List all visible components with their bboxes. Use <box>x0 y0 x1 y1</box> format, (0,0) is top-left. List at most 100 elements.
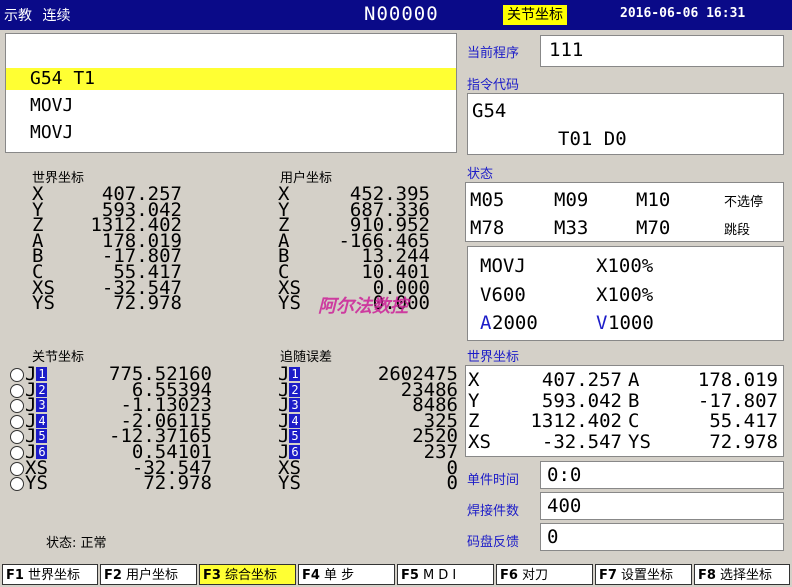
mcode: M05 <box>470 189 505 211</box>
code-line[interactable]: MOVJ <box>6 122 456 144</box>
encoder-feedback-field: 0 <box>540 523 784 551</box>
watermark-text: 阿尔法数控 <box>318 296 408 317</box>
axis-select-radio[interactable] <box>10 446 24 460</box>
accel-a-value: 2000 <box>492 312 538 334</box>
code-line[interactable]: MOVJ <box>6 95 456 117</box>
status-text: 状态: 正常 <box>46 536 107 551</box>
coord-value: 178.019 <box>697 369 778 391</box>
axis-select-radio[interactable] <box>10 414 24 429</box>
coord-value: -17.807 <box>697 389 778 412</box>
run-mode: 示教 连续 <box>4 8 71 24</box>
f7-set-coord-button[interactable]: F7 设置坐标 <box>595 564 692 585</box>
joint-coord-title: 关节坐标 <box>32 350 85 365</box>
coord-value: 72.978 <box>113 292 182 315</box>
current-program-value: 111 <box>549 39 584 61</box>
program-number: N00000 <box>364 3 439 25</box>
joint-index-badge: 2 <box>289 382 301 397</box>
mcode-status-box: M05 M09 M10 不选停 M78 M33 M70 跳段 <box>465 182 784 242</box>
coord-value: 0 <box>446 472 458 495</box>
motion-mode: MOVJ <box>480 255 526 277</box>
title-bar: 示教 连续 N00000 关节坐标 2016-06-06 16:31 <box>0 0 792 30</box>
motion-override: X100% <box>596 255 654 277</box>
f1-world-coord-button[interactable]: F1 世界坐标 <box>2 564 98 585</box>
axis-select-radio[interactable] <box>10 368 24 382</box>
axis-label: X <box>468 369 480 391</box>
motion-status-box: MOVJ X100% V600 X100% A 2000 V 1000 <box>467 246 784 341</box>
axis-select-radio[interactable] <box>10 461 24 476</box>
weld-count-label: 焊接件数 <box>467 504 520 519</box>
f5-mdi-button[interactable]: F5 M D I <box>397 564 494 585</box>
f4-single-step-button[interactable]: F4 单 步 <box>298 564 395 585</box>
function-key-bar: F1 世界坐标 F2 用户坐标 F3 综合坐标 F4 单 步 F5 M D I F6 对刀 … <box>0 562 792 587</box>
accel-v-label: V <box>596 312 608 334</box>
coord-value: 1312.402 <box>530 410 622 432</box>
axis-label: YS <box>10 474 48 493</box>
axis-label: XS <box>468 430 491 453</box>
command-code-box: G54 T01 D0 <box>467 93 784 155</box>
datetime: 2016-06-06 16:31 <box>620 6 746 21</box>
current-program-field: 111 <box>540 35 784 67</box>
coord-row: J 6 237 <box>278 443 458 462</box>
axis-label: A <box>628 369 640 391</box>
f3-combined-coord-button[interactable]: F3 综合坐标 <box>199 564 296 585</box>
joint-index-badge: 4 <box>289 413 301 428</box>
block-skip-status: 跳段 <box>724 223 751 238</box>
axis-label: YS <box>278 292 301 315</box>
axis-select-radio[interactable] <box>10 430 24 445</box>
coord-value: -32.547 <box>541 430 622 453</box>
axis-select-radio[interactable] <box>10 477 24 492</box>
axis-label: C <box>628 410 640 432</box>
encoder-feedback-value: 0 <box>547 526 559 548</box>
joint-index-badge: 1 <box>36 367 48 381</box>
mcode: M70 <box>636 217 671 239</box>
mcode: M33 <box>554 217 589 239</box>
coord-row: YS 72.978 <box>32 292 182 315</box>
joint-index-badge: 5 <box>289 429 301 444</box>
world-coord-summary: X 407.257 A 178.019 Y 593.042 B -17.807 Z 1312.40… <box>465 365 784 457</box>
axis-label: B <box>628 389 640 412</box>
unit-time-field: 0:0 <box>540 461 784 489</box>
coord-value: 72.978 <box>709 430 778 453</box>
weld-count-field: 400 <box>540 492 784 520</box>
state-label: 状态 <box>467 167 494 182</box>
f8-select-coord-button[interactable]: F8 选择坐标 <box>694 564 790 585</box>
accel-v-value: 1000 <box>608 312 654 334</box>
program-listing[interactable]: G54 T1 MOVJ MOVJ <box>5 33 457 153</box>
axis-label: Y <box>468 389 480 412</box>
joint-index-badge: 2 <box>36 382 48 397</box>
axis-label: YS <box>278 472 301 495</box>
coord-row: XS 0 <box>278 458 458 477</box>
axis-label: YS <box>628 430 651 453</box>
axis-select-radio[interactable] <box>10 383 24 398</box>
joint-index-badge: 3 <box>36 398 48 413</box>
axis-label: YS <box>32 292 55 315</box>
world-coord-right-label: 世界坐标 <box>467 350 520 365</box>
mcode: M10 <box>636 189 671 211</box>
coord-value: 593.042 <box>541 389 622 412</box>
command-line-1: G54 <box>472 100 507 122</box>
coord-mode-badge: 关节坐标 <box>503 5 567 25</box>
joint-index-badge: 3 <box>289 398 301 413</box>
coord-row: YS 0 <box>278 472 458 495</box>
speed-value: V600 <box>480 284 526 306</box>
f2-user-coord-button[interactable]: F2 用户坐标 <box>100 564 197 585</box>
coord-value: 407.257 <box>541 369 622 391</box>
speed-override: X100% <box>596 284 654 306</box>
coord-value: 72.978 <box>143 472 212 495</box>
command-code-label: 指令代码 <box>467 78 520 93</box>
mcode: M78 <box>470 217 505 239</box>
command-line-2: T01 D0 <box>558 128 627 150</box>
unit-time-value: 0:0 <box>547 464 582 486</box>
f6-tool-setting-button[interactable]: F6 对刀 <box>496 564 593 585</box>
weld-count-value: 400 <box>547 495 582 517</box>
coord-value: 55.417 <box>709 410 778 432</box>
code-line-current[interactable]: G54 T1 <box>6 68 456 90</box>
accel-a-label: A <box>480 312 492 334</box>
encoder-feedback-label: 码盘反馈 <box>467 535 520 550</box>
joint-index-badge: 4 <box>36 413 48 428</box>
optional-stop-status: 不选停 <box>724 195 764 210</box>
unit-time-label: 单件时间 <box>467 473 520 488</box>
axis-select-radio[interactable] <box>10 399 24 414</box>
joint-index-badge: 5 <box>36 429 48 444</box>
joint-index-badge: 1 <box>289 367 301 381</box>
